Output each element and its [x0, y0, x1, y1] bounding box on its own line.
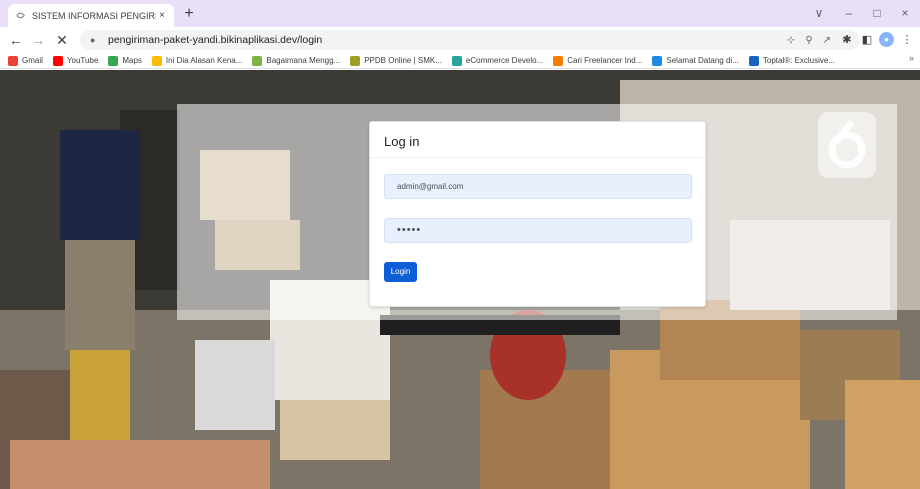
- site-icon: [252, 55, 263, 66]
- lock-icon[interactable]: ●: [90, 35, 100, 45]
- tab-close-icon[interactable]: ×: [156, 10, 168, 21]
- gmail-icon: [8, 55, 18, 66]
- stop-loading-icon[interactable]: ✕: [52, 30, 72, 50]
- maps-icon: [108, 55, 119, 66]
- bookmark-gmail[interactable]: Gmail: [8, 55, 43, 66]
- share-icon[interactable]: ↗: [823, 35, 831, 46]
- new-tab-button[interactable]: +: [180, 5, 198, 23]
- extensions-icon[interactable]: ✱: [838, 30, 856, 50]
- login-page: Log in admin@gmail.com ••••• Login: [0, 70, 920, 489]
- globe-icon: [14, 10, 26, 22]
- site-icon: [652, 55, 663, 66]
- login-button[interactable]: Login: [384, 262, 417, 282]
- forward-arrow-icon[interactable]: →: [28, 30, 48, 50]
- bookmark-maps[interactable]: Maps: [108, 55, 142, 66]
- close-window-button[interactable]: ×: [892, 3, 918, 23]
- six-logo-watermark: [818, 112, 876, 178]
- site-icon: [553, 55, 564, 66]
- bookmarks-overflow-icon[interactable]: »: [909, 53, 914, 63]
- address-bar[interactable]: ● pengiriman-paket-yandi.bikinaplikasi.d…: [80, 30, 860, 50]
- bookmarks-bar: Gmail YouTube Maps Ini Dia Alasan Kena..…: [0, 53, 920, 69]
- login-card: Log in admin@gmail.com ••••• Login: [369, 121, 706, 307]
- key-icon[interactable]: ⊹: [787, 35, 795, 46]
- youtube-icon: [52, 55, 63, 66]
- site-icon: [748, 55, 759, 66]
- bookmark-item[interactable]: Toptal®: Exclusive...: [748, 55, 835, 66]
- sidebar-icon[interactable]: ◧: [858, 30, 876, 50]
- bookmark-item[interactable]: Ini Dia Alasan Kena...: [151, 55, 242, 66]
- bookmark-youtube[interactable]: YouTube: [52, 55, 98, 66]
- minimize-button[interactable]: –: [836, 3, 862, 23]
- tab-title: SISTEM INFORMASI PENGIRIMA…: [32, 10, 156, 21]
- bookmark-item[interactable]: Selamat Datang di...: [652, 55, 739, 66]
- profile-avatar[interactable]: ●: [879, 32, 894, 47]
- bookmark-item[interactable]: Bagaimana Mengg...: [252, 55, 340, 66]
- bookmark-item[interactable]: PPDB Online | SMK...: [350, 55, 442, 66]
- menu-icon[interactable]: ⋮: [898, 30, 916, 50]
- maximize-button[interactable]: □: [864, 3, 890, 23]
- zoom-icon[interactable]: ⚲: [805, 35, 812, 46]
- password-field[interactable]: •••••: [384, 218, 692, 243]
- browser-tab[interactable]: SISTEM INFORMASI PENGIRIMA… ×: [8, 4, 174, 27]
- site-icon: [151, 55, 162, 66]
- back-arrow-icon[interactable]: ←: [6, 30, 26, 50]
- bookmark-item[interactable]: eCommerce Develo...: [451, 55, 543, 66]
- tab-strip: SISTEM INFORMASI PENGIRIMA… × + ∨ – □ ×: [0, 0, 920, 27]
- email-field[interactable]: admin@gmail.com: [384, 174, 692, 199]
- tab-search-icon[interactable]: ∨: [806, 3, 832, 23]
- browser-toolbar: ← → ✕ ● pengiriman-paket-yandi.bikinapli…: [0, 27, 920, 53]
- site-icon: [451, 55, 462, 66]
- url-text[interactable]: pengiriman-paket-yandi.bikinaplikasi.dev…: [108, 34, 777, 46]
- login-card-title: Log in: [370, 122, 705, 158]
- bookmark-item[interactable]: Cari Freelancer Ind...: [553, 55, 642, 66]
- site-icon: [350, 55, 361, 66]
